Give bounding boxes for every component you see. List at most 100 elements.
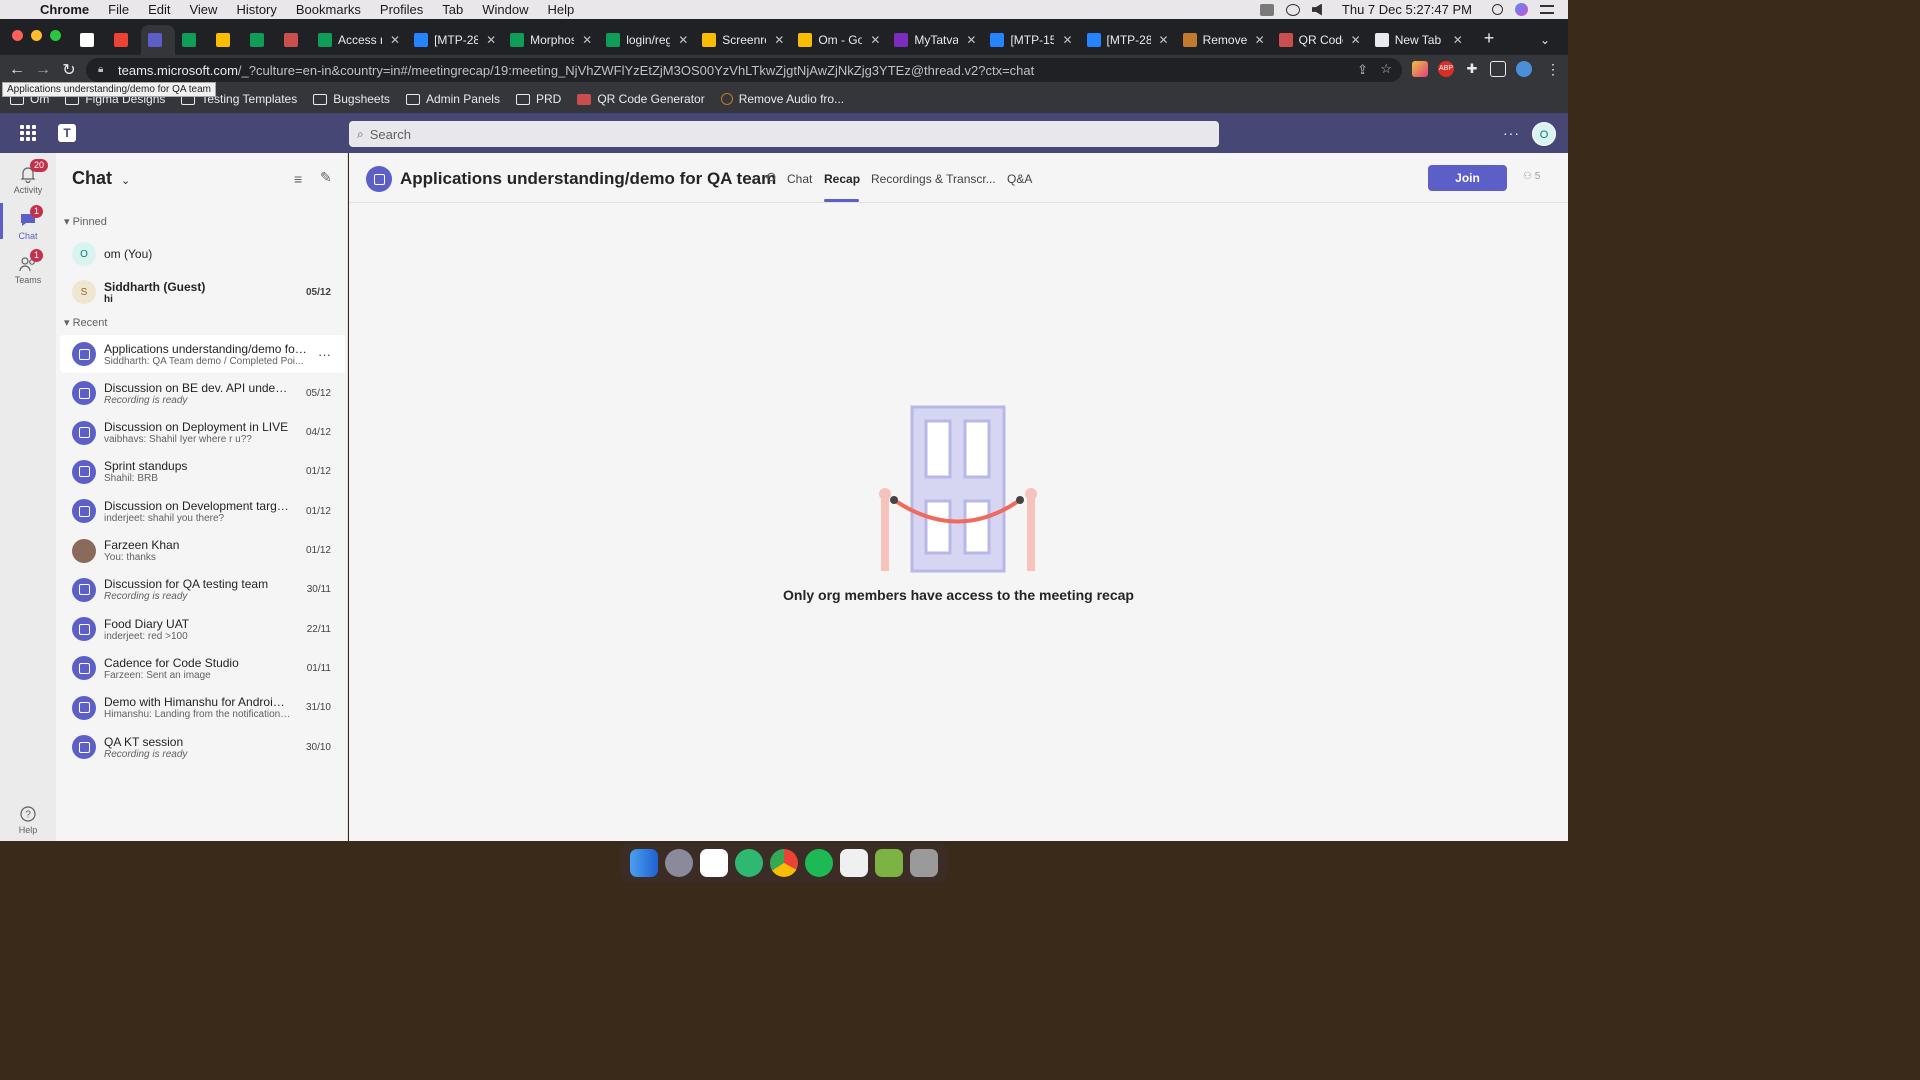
recent-chat-item[interactable]: Food Diary UAT inderjeet: red >100 22/11 [60, 610, 345, 648]
chat-panel-title[interactable]: Chat ⌄ [72, 168, 130, 189]
profile-icon[interactable] [1516, 61, 1532, 77]
side-panel-icon[interactable] [1490, 61, 1506, 77]
browser-tab[interactable]: [MTP-28 ✕ [407, 25, 503, 55]
address-bar[interactable]: 🔒︎ teams.microsoft.com /_?culture=en-in&… [86, 58, 1402, 82]
more-options-icon[interactable]: ··· [1503, 125, 1520, 141]
browser-tab[interactable]: Remove ✕ [1176, 25, 1272, 55]
chrome-menu-icon[interactable]: ⋮ [1546, 61, 1560, 78]
recent-chat-item[interactable]: Discussion on Deployment in LIVE vaibhavs… [60, 414, 345, 452]
bookmark-bugsheets[interactable]: Bugsheets [313, 92, 390, 106]
minimize-window-icon[interactable] [31, 30, 42, 41]
close-tab-icon[interactable]: ✕ [870, 33, 880, 47]
close-tab-icon[interactable]: ✕ [1159, 33, 1169, 47]
browser-tab[interactable] [243, 25, 277, 55]
close-tab-icon[interactable]: ✕ [1255, 33, 1265, 47]
zoom-window-icon[interactable] [50, 30, 61, 41]
close-tab-icon[interactable]: ✕ [966, 33, 976, 47]
browser-tab[interactable] [175, 25, 209, 55]
browser-tab[interactable]: MyTatva ✕ [887, 25, 983, 55]
android-studio-icon[interactable] [875, 848, 904, 877]
recent-chat-item[interactable]: QA KT session Recording is ready 30/10 [60, 728, 345, 766]
slack-icon[interactable] [699, 848, 728, 877]
browser-tab[interactable] [141, 25, 175, 55]
browser-tab[interactable]: Morphos ✕ [503, 25, 599, 55]
participants-count[interactable]: ⚇ 5 [1523, 171, 1540, 182]
close-tab-icon[interactable]: ✕ [1062, 33, 1072, 47]
bookmark-qr-code-generator[interactable]: QR Code Generator [577, 92, 705, 106]
menu-history[interactable]: History [236, 2, 276, 17]
bookmark-remove-audio[interactable]: Remove Audio fro... [720, 92, 844, 106]
cast-icon[interactable] [1259, 3, 1274, 16]
close-tab-icon[interactable]: ✕ [1351, 33, 1361, 47]
recent-chat-item[interactable]: Discussion on BE dev. API understa... Rec… [60, 374, 345, 412]
recent-chat-item[interactable]: Applications understanding/demo for ... S… [60, 335, 345, 373]
lock-icon[interactable]: 🔒︎ [98, 64, 108, 76]
browser-tab[interactable]: login/reg ✕ [599, 25, 695, 55]
close-tab-icon[interactable]: ✕ [486, 33, 496, 47]
tab-search-icon[interactable]: ⌄ [1540, 33, 1568, 47]
close-tab-icon[interactable]: ✕ [1453, 33, 1463, 47]
menu-help[interactable]: Help [548, 2, 575, 17]
pen-extension-icon[interactable] [1412, 61, 1428, 77]
forward-icon[interactable]: → [30, 61, 56, 79]
clock[interactable]: Thu 7 Dec 5:27:47 PM [1342, 2, 1472, 17]
filter-icon[interactable]: ≡ [294, 171, 302, 187]
browser-tab[interactable]: Access r ✕ [311, 25, 407, 55]
rail-help[interactable]: ? Help [0, 805, 56, 835]
close-tab-icon[interactable]: ✕ [582, 33, 592, 47]
browser-tab[interactable] [73, 25, 107, 55]
browser-tab[interactable]: [MTP-15 ✕ [983, 25, 1079, 55]
trash-icon[interactable] [910, 848, 939, 877]
browser-tab[interactable] [277, 25, 311, 55]
menu-edit[interactable]: Edit [148, 2, 170, 17]
launchpad-icon[interactable] [664, 848, 693, 877]
menu-bookmarks[interactable]: Bookmarks [296, 2, 361, 17]
bookmark-prd[interactable]: PRD [515, 92, 561, 106]
siri-icon[interactable] [1515, 3, 1528, 16]
tab-recap[interactable]: Recap [824, 172, 860, 186]
app-launcher-icon[interactable] [20, 125, 36, 141]
extensions-icon[interactable]: ✚ [1464, 61, 1480, 77]
rail-teams[interactable]: 1 Teams [0, 249, 56, 285]
recent-section-header[interactable]: ▾ Recent [64, 316, 107, 329]
browser-tab[interactable]: Screenre ✕ [695, 25, 791, 55]
browser-tab[interactable]: New Tab ✕ [1368, 25, 1470, 55]
recent-chat-item[interactable]: Sprint standups Shahil: BRB 01/12 [60, 453, 345, 491]
close-tab-icon[interactable]: ✕ [678, 33, 688, 47]
tab-qna[interactable]: Q&A [1007, 172, 1032, 186]
join-button[interactable]: Join [1428, 165, 1507, 191]
recent-chat-item[interactable]: Farzeen Khan You: thanks 01/12 [60, 532, 345, 570]
recent-chat-item[interactable]: Discussion on Development target (... ind… [60, 492, 345, 530]
recent-chat-item[interactable]: Cadence for Code Studio Farzeen: Sent an … [60, 649, 345, 687]
reload-icon[interactable]: ↻ [56, 60, 82, 80]
back-icon[interactable]: ← [4, 61, 30, 79]
bookmark-star-icon[interactable]: ☆ [1380, 61, 1392, 77]
rail-activity[interactable]: 20 Activity [0, 159, 56, 195]
share-icon[interactable]: ⇪ [1357, 62, 1368, 78]
close-window-icon[interactable] [12, 30, 23, 41]
pinned-chat-item[interactable]: S Siddharth (Guest) hi 05/12 [60, 273, 345, 311]
close-tab-icon[interactable]: ✕ [390, 33, 400, 47]
more-options-icon[interactable]: ··· [318, 347, 331, 362]
recent-chat-item[interactable]: Demo with Himanshu for Android App Himans… [60, 689, 345, 727]
browser-tab[interactable]: [MTP-28 ✕ [1080, 25, 1176, 55]
spotlight-icon[interactable] [1492, 4, 1503, 15]
menu-window[interactable]: Window [482, 2, 528, 17]
bookmark-admin-panels[interactable]: Admin Panels [405, 92, 500, 106]
user-avatar[interactable]: O [1532, 122, 1556, 146]
preview-icon[interactable] [840, 848, 869, 877]
new-chat-icon[interactable]: ✎ [320, 169, 332, 186]
close-tab-icon[interactable]: ✕ [774, 33, 784, 47]
menu-app-name[interactable]: Chrome [40, 2, 89, 17]
recent-chat-item[interactable]: Discussion for QA testing team Recording … [60, 571, 345, 609]
browser-tab[interactable] [107, 25, 141, 55]
control-center-icon[interactable] [1540, 5, 1554, 14]
menu-file[interactable]: File [108, 2, 129, 17]
menu-profiles[interactable]: Profiles [380, 2, 423, 17]
timer-icon[interactable] [734, 848, 763, 877]
search-input[interactable]: ⌕ Search [349, 121, 1219, 147]
volume-icon[interactable] [1311, 3, 1322, 16]
tab-chat[interactable]: Chat [787, 172, 812, 186]
spotify-icon[interactable] [805, 848, 834, 877]
new-tab-icon[interactable]: + [1484, 28, 1495, 49]
